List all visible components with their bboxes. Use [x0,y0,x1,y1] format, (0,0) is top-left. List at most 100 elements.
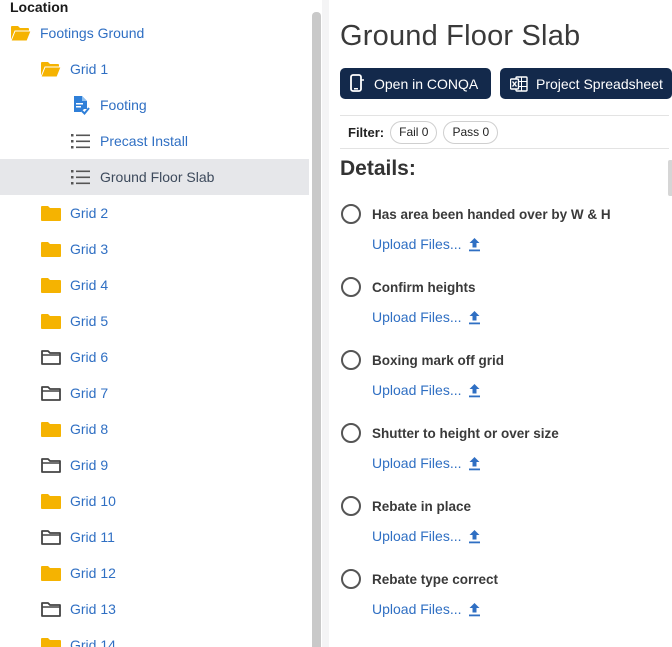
folder-outline-icon [40,347,62,367]
folder-outline-icon [40,383,62,403]
upload-files-link[interactable]: Upload Files... [372,601,660,617]
folder-outline-icon [40,455,62,475]
details-scrollbar[interactable] [668,160,672,196]
checklist-item-row: Rebate in place [340,495,660,517]
tree-item[interactable]: Grid 2 [0,195,309,231]
tree-item[interactable]: Grid 3 [0,231,309,267]
tree-item[interactable]: Grid 1 [0,51,309,87]
mobile-phone-icon [348,74,366,94]
tree-scrollbar[interactable] [312,12,321,647]
upload-files-label: Upload Files... [372,528,462,544]
tree-item-label: Grid 3 [70,241,109,257]
checklist-radio[interactable] [341,204,361,224]
open-in-conqa-label: Open in CONQA [374,75,479,92]
tree-item-label: Grid 7 [70,385,109,401]
excel-icon [510,74,528,94]
checklist-radio[interactable] [341,496,361,516]
tree-item-label: Grid 12 [70,565,116,581]
open-in-conqa-button[interactable]: Open in CONQA [340,68,491,99]
folder-outline-icon [40,599,62,619]
tree-item[interactable]: Grid 7 [0,375,309,411]
tree-item[interactable]: Grid 11 [0,519,309,555]
tree-item[interactable]: Precast Install [0,123,309,159]
fail-filter-chip[interactable]: Fail 0 [390,120,438,144]
location-heading: Location [10,0,69,15]
tree-item-label: Grid 4 [70,277,109,293]
checklist-item: Has area been handed over by W & H Upload… [340,203,660,273]
folder-filled-icon [40,563,62,583]
tree-item[interactable]: Grid 5 [0,303,309,339]
tree-item[interactable]: Grid 13 [0,591,309,627]
tree-item-label: Grid 9 [70,457,109,473]
checklist-item-label: Confirm heights [372,279,476,295]
tree-item[interactable]: Grid 12 [0,555,309,591]
pass-filter-chip[interactable]: Pass 0 [443,120,499,144]
upload-icon [468,602,482,617]
checklist-item: Rebate type correct Upload Files... [340,568,660,638]
folder-filled-icon [40,635,62,647]
folder-filled-icon [40,275,62,295]
checklist-icon [70,131,92,151]
tree-item-label: Grid 11 [70,529,115,545]
tree-item-label: Grid 1 [70,61,109,77]
checklist-item-row: Has area been handed over by W & H [340,203,660,225]
upload-files-link[interactable]: Upload Files... [372,528,660,544]
folder-filled-icon [40,491,62,511]
upload-icon [468,237,482,252]
checklist-item: Shutter to height or over size Upload Fil… [340,422,660,492]
tree-item-label: Footings Ground [40,25,145,41]
folder-filled-icon [40,203,62,223]
document-check-icon [70,95,92,115]
tree-item-label: Ground Floor Slab [100,169,215,185]
upload-icon [468,529,482,544]
tree-item[interactable]: Grid 6 [0,339,309,375]
upload-icon [468,383,482,398]
checklist-item-label: Boxing mark off grid [372,352,505,368]
tree-item[interactable]: Footings Ground [0,15,309,51]
folder-open-icon [10,23,32,43]
location-tree-panel: Location Footings Ground Grid 1 Footing Pre… [0,0,309,647]
upload-files-link[interactable]: Upload Files... [372,382,660,398]
details-heading: Details: [340,157,416,180]
checklist-item: Boxing mark off grid Upload Files... [340,349,660,419]
checklist-item-label: Rebate type correct [372,571,499,587]
tree-item-label: Grid 5 [70,313,109,329]
tree-item-label: Grid 2 [70,205,109,221]
tree-item[interactable]: Grid 8 [0,411,309,447]
upload-files-link[interactable]: Upload Files... [372,455,660,471]
checklist-item: Rebate in place Upload Files... [340,495,660,565]
tree-item[interactable]: Grid 4 [0,267,309,303]
folder-filled-icon [40,419,62,439]
project-spreadsheet-button[interactable]: Project Spreadsheet [500,68,672,99]
tree-item-label: Grid 8 [70,421,109,437]
upload-files-link[interactable]: Upload Files... [372,236,660,252]
tree-item[interactable]: Grid 10 [0,483,309,519]
tree-item[interactable]: Footing [0,87,309,123]
checklist-item-row: Rebate type correct [340,568,660,590]
upload-files-label: Upload Files... [372,455,462,471]
filter-label: Filter: [348,124,385,140]
upload-files-link[interactable]: Upload Files... [372,309,660,325]
tree-item-label: Grid 6 [70,349,109,365]
detail-card: Ground Floor Slab Open in CONQA Project … [329,0,672,647]
checklist-radio[interactable] [341,423,361,443]
folder-filled-icon [40,311,62,331]
checklist-radio[interactable] [341,350,361,370]
checklist-radio[interactable] [341,569,361,589]
project-spreadsheet-label: Project Spreadsheet [536,75,663,92]
folder-filled-icon [40,239,62,259]
tree-item-label: Grid 10 [70,493,116,509]
checklist-item-label: Shutter to height or over size [372,425,559,441]
checklist-icon [70,167,92,187]
checklist-item: Confirm heights Upload Files... [340,276,660,346]
folder-open-icon [40,59,62,79]
tree-item[interactable]: Grid 9 [0,447,309,483]
tree-item-label: Precast Install [100,133,188,149]
page-title: Ground Floor Slab [340,20,581,52]
checklist-radio[interactable] [341,277,361,297]
upload-files-label: Upload Files... [372,601,462,617]
tree-item[interactable]: Grid 14 [0,627,309,647]
upload-files-label: Upload Files... [372,382,462,398]
upload-files-label: Upload Files... [372,236,462,252]
tree-item[interactable]: Ground Floor Slab [0,159,309,195]
